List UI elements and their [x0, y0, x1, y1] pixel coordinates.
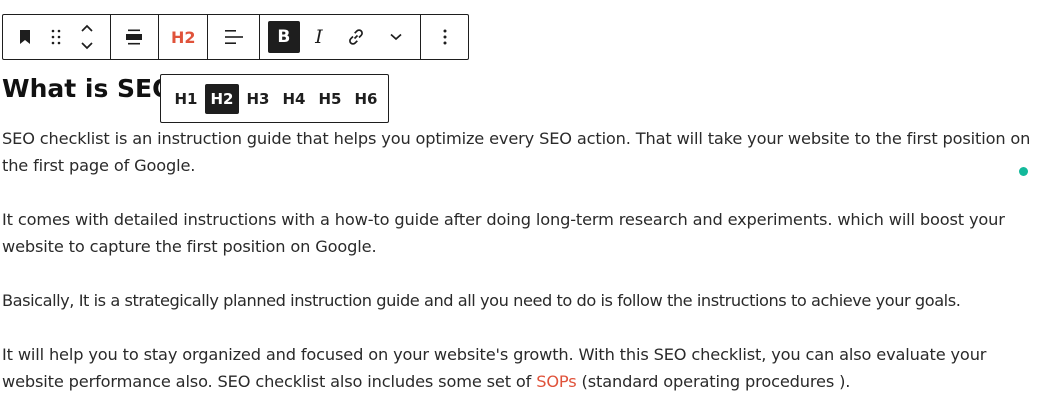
sops-link[interactable]: SOPs [536, 372, 576, 391]
text-align-group [208, 15, 260, 59]
post-content: SEO checklist is an instruction guide th… [2, 125, 1032, 395]
heading-level-group: H2 [159, 15, 209, 59]
paragraph-4-tail: (standard operating procedures ). [576, 372, 851, 391]
chevron-down-icon[interactable] [376, 19, 416, 55]
paragraph-4[interactable]: It will help you to stay organized and f… [2, 341, 1032, 395]
heading-level-option-h2[interactable]: H2 [205, 83, 239, 114]
bold-button[interactable]: B [267, 21, 300, 53]
seo-checklist-term: SEO checklist [2, 129, 110, 148]
align-wide-icon[interactable] [111, 19, 159, 55]
italic-button[interactable]: I [302, 19, 336, 55]
link-icon[interactable] [336, 19, 376, 55]
heading-level-option-h1[interactable]: H1 [169, 84, 203, 114]
status-dot [1019, 167, 1028, 176]
heading-level-dropdown: H1 H2 H3 H4 H5 H6 [160, 74, 389, 123]
heading-level-option-h4[interactable]: H4 [277, 84, 311, 114]
text-format-group: B I [260, 15, 422, 59]
heading-level-button[interactable]: H2 [159, 19, 207, 55]
paragraph-3[interactable]: Basically, It is a strategically planned… [2, 287, 1032, 314]
heading-level-option-h5[interactable]: H5 [313, 84, 347, 114]
options-group [421, 15, 468, 59]
paragraph-2[interactable]: It comes with detailed instructions with… [2, 206, 1032, 260]
block-toolbar: H2 B I [2, 14, 469, 60]
page-heading[interactable]: What is SEO [2, 72, 173, 106]
bookmark-icon[interactable] [3, 19, 47, 55]
block-controls-group [3, 15, 111, 59]
more-vertical-icon[interactable] [421, 19, 468, 55]
paragraph-1-text: is an instruction guide that helps you o… [2, 129, 1031, 175]
block-align-group [111, 15, 160, 59]
drag-handle-icon[interactable] [47, 19, 65, 55]
heading-level-option-h3[interactable]: H3 [241, 84, 275, 114]
chevron-up-down-icon[interactable] [65, 19, 109, 55]
heading-level-option-h6[interactable]: H6 [349, 84, 383, 114]
text-align-left-icon[interactable] [208, 19, 259, 55]
paragraph-1[interactable]: SEO checklist is an instruction guide th… [2, 125, 1032, 179]
